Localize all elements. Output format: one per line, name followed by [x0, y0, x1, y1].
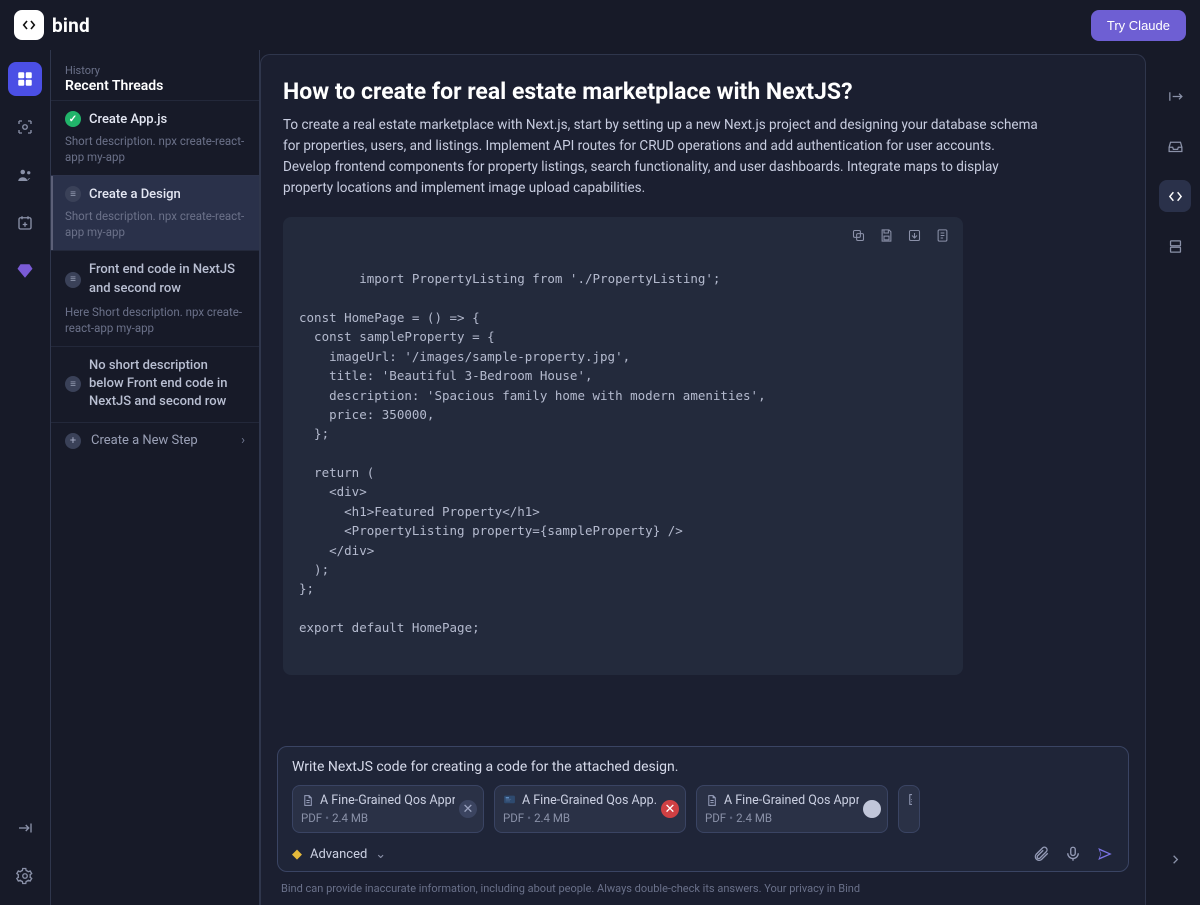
- chip-title: A Fine-Grained Qos Appr ...: [301, 793, 455, 808]
- export-icon[interactable]: [905, 227, 923, 245]
- attach-icon[interactable]: [1032, 845, 1050, 863]
- content: How to create for real estate marketplac…: [261, 55, 1145, 736]
- collapse-icon[interactable]: [1159, 80, 1191, 112]
- attachment-chip[interactable]: A Fine-Grained Qos App... PDF•2.4 MB ✕: [494, 785, 686, 833]
- sidebar-title: Recent Threads: [65, 78, 245, 94]
- attachment-chip[interactable]: A Fine-Grained Qos Appr ... PDF•2.4 MB: [696, 785, 888, 833]
- thread-title: Create App.js: [89, 112, 167, 127]
- attachment-chip[interactable]: A Fine-Grained Qos Appr ... PDF•2.4 MB ✕: [292, 785, 484, 833]
- rail-gem-icon[interactable]: [8, 254, 42, 288]
- chip-sub: PDF•2.4 MB: [503, 811, 657, 825]
- server-icon[interactable]: [1159, 230, 1191, 262]
- chip-remove-button[interactable]: ✕: [459, 800, 477, 818]
- brand-icon: [14, 10, 44, 40]
- chevron-right-icon: ›: [241, 433, 245, 448]
- check-icon: [65, 111, 81, 127]
- left-rail: [0, 50, 50, 905]
- page-description: To create a real estate marketplace with…: [283, 115, 1043, 199]
- rail-expand-icon[interactable]: [8, 811, 42, 845]
- topbar: bind Try Claude: [0, 0, 1200, 50]
- code-text: import PropertyListing from './PropertyL…: [299, 271, 766, 635]
- new-step-row: + Create a New Step ›: [65, 433, 245, 449]
- sidebar: History Recent Threads Create App.js Shor…: [50, 50, 260, 905]
- advanced-toggle[interactable]: ◆ Advanced ⌄: [292, 847, 386, 862]
- chip-title: A Fine-Grained Qos App...: [503, 793, 657, 808]
- diamond-icon: ◆: [292, 847, 302, 862]
- pending-icon: [65, 186, 81, 202]
- attachment-chip[interactable]: [898, 785, 920, 833]
- chevron-down-icon: ⌄: [375, 847, 386, 862]
- new-step-label: Create a New Step: [91, 433, 198, 448]
- disclaimer: Bind can provide inaccurate information,…: [261, 876, 1145, 905]
- rail-settings-icon[interactable]: [8, 859, 42, 893]
- note-icon[interactable]: [933, 227, 951, 245]
- page-title: How to create for real estate marketplac…: [283, 77, 1123, 107]
- thread-item[interactable]: Front end code in NextJS and second row H…: [51, 250, 259, 346]
- inbox-icon[interactable]: [1159, 130, 1191, 162]
- thread-title: Create a Design: [89, 187, 181, 202]
- shell: History Recent Threads Create App.js Shor…: [0, 50, 1200, 905]
- rail-dashboard-icon[interactable]: [8, 62, 42, 96]
- attachment-row: A Fine-Grained Qos Appr ...PDF•2.4 MB✕A …: [292, 785, 1114, 833]
- composer-area: Write NextJS code for creating a code fo…: [261, 736, 1145, 876]
- thread-desc: Short description. npx create-react-app …: [65, 133, 245, 165]
- composer-bottom: ◆ Advanced ⌄: [292, 843, 1114, 863]
- rail-users-icon[interactable]: [8, 158, 42, 192]
- code-icon[interactable]: [1159, 180, 1191, 212]
- thread-title-row: Create App.js: [65, 111, 245, 127]
- main-panel: How to create for real estate marketplac…: [260, 54, 1146, 905]
- file-icon: [906, 793, 912, 806]
- brand-name: bind: [52, 14, 90, 37]
- thread-title-row: Front end code in NextJS and second row: [65, 261, 245, 297]
- send-row: [1032, 845, 1114, 863]
- thread-title-row: No short description below Front end cod…: [65, 357, 245, 412]
- send-button[interactable]: [1096, 845, 1114, 863]
- rail-calendar-plus-icon[interactable]: [8, 206, 42, 240]
- rail-focus-icon[interactable]: [8, 110, 42, 144]
- thread-title: Front end code in NextJS and second row: [89, 261, 245, 297]
- thread-title-row: Create a Design: [65, 186, 245, 202]
- right-rail: [1150, 50, 1200, 905]
- chip-sub: PDF•2.4 MB: [705, 811, 859, 825]
- composer: Write NextJS code for creating a code fo…: [277, 746, 1129, 872]
- code-toolbar: [849, 227, 951, 245]
- chip-remove-button[interactable]: [863, 800, 881, 818]
- plus-icon: +: [65, 433, 81, 449]
- brand: bind: [14, 10, 90, 40]
- chip-title: A Fine-Grained Qos Appr ...: [705, 793, 859, 808]
- sidebar-header: History Recent Threads: [51, 64, 259, 100]
- pending-icon: [65, 272, 81, 288]
- thread-list: Create App.js Short description. npx crea…: [51, 100, 259, 459]
- thread-desc: Short description. npx create-react-app …: [65, 208, 245, 240]
- pending-icon: [65, 376, 81, 392]
- code-block: import PropertyListing from './PropertyL…: [283, 217, 963, 675]
- thread-item[interactable]: Create a Design Short description. npx cr…: [51, 175, 259, 250]
- mic-icon[interactable]: [1064, 845, 1082, 863]
- thread-item[interactable]: No short description below Front end cod…: [51, 346, 259, 422]
- chip-sub: PDF•2.4 MB: [301, 811, 455, 825]
- chip-remove-button[interactable]: ✕: [661, 800, 679, 818]
- thread-desc: Here Short description. npx create-react…: [65, 304, 245, 336]
- copy-icon[interactable]: [849, 227, 867, 245]
- try-claude-button[interactable]: Try Claude: [1091, 10, 1186, 41]
- save-icon[interactable]: [877, 227, 895, 245]
- chevron-right-icon[interactable]: [1159, 843, 1191, 875]
- advanced-label: Advanced: [310, 847, 367, 862]
- thread-item[interactable]: Create App.js Short description. npx crea…: [51, 100, 259, 175]
- composer-input[interactable]: Write NextJS code for creating a code fo…: [292, 759, 1114, 775]
- create-new-step[interactable]: + Create a New Step ›: [51, 422, 259, 459]
- sidebar-kicker: History: [65, 64, 245, 77]
- thread-title: No short description below Front end cod…: [89, 357, 245, 412]
